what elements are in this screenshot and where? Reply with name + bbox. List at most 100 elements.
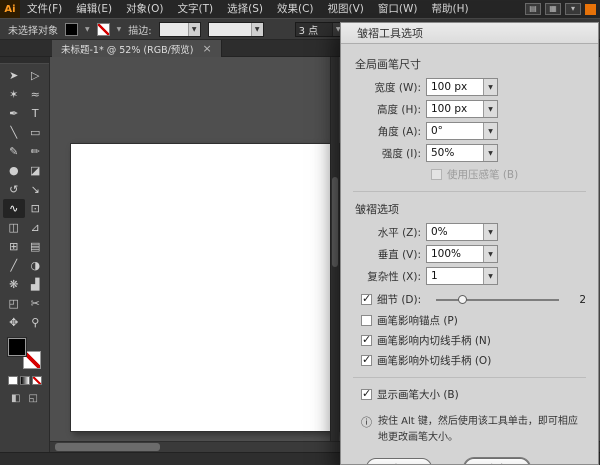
chevron-down-icon[interactable]: ▼ (483, 79, 497, 95)
width-value[interactable]: 100 px (427, 79, 483, 95)
scale-tool[interactable]: ↘ (25, 180, 47, 199)
chevron-down-icon[interactable]: ▼ (483, 123, 497, 139)
panel-grid-icon[interactable]: ▤ (525, 3, 541, 15)
menu-object[interactable]: 对象(O) (119, 0, 170, 18)
vertical-scrollbar-thumb[interactable] (332, 177, 338, 267)
fill-color-swatch[interactable] (65, 23, 78, 36)
magic-wand-tool[interactable]: ✶ (3, 85, 25, 104)
menu-view[interactable]: 视图(V) (321, 0, 371, 18)
slice-tool[interactable]: ✂ (25, 294, 47, 313)
app-accent-icon[interactable] (585, 4, 596, 15)
menu-effect[interactable]: 效果(C) (270, 0, 321, 18)
shape-builder-tool[interactable]: ◫ (3, 218, 25, 237)
tools-panel-header[interactable] (0, 57, 49, 64)
checkbox-box[interactable] (361, 389, 372, 400)
artboard-tool[interactable]: ◰ (3, 294, 25, 313)
free-transform-tool[interactable]: ⊡ (25, 199, 47, 218)
menu-help[interactable]: 帮助(H) (425, 0, 476, 18)
horizontal-combo[interactable]: 0% ▼ (426, 223, 498, 241)
gradient-tool[interactable]: ▤ (25, 237, 47, 256)
chevron-down-icon[interactable]: ▼ (483, 246, 497, 262)
screen-mode-icon[interactable]: ◱ (29, 393, 38, 404)
chevron-down-icon[interactable]: ▼ (188, 23, 200, 36)
none-button[interactable] (32, 376, 42, 385)
brush-affects-out-handles-checkbox[interactable]: 画笔影响外切线手柄 (O) (361, 353, 586, 368)
width-combo[interactable]: 100 px ▼ (426, 78, 498, 96)
direct-selection-tool[interactable]: ▷ (25, 66, 47, 85)
mesh-tool[interactable]: ⊞ (3, 237, 25, 256)
line-segment-tool[interactable]: ╲ (3, 123, 25, 142)
checkbox-box[interactable] (361, 335, 372, 346)
intensity-value[interactable]: 50% (427, 145, 483, 161)
brush-affects-in-handles-checkbox[interactable]: 画笔影响内切线手柄 (N) (361, 333, 586, 348)
symbol-sprayer-tool[interactable]: ❋ (3, 275, 25, 294)
arrange-documents-icon[interactable]: ▦ (545, 3, 561, 15)
detail-checkbox[interactable] (361, 294, 372, 305)
perspective-grid-tool[interactable]: ⊿ (25, 218, 47, 237)
checkbox-box[interactable] (361, 355, 372, 366)
workspace-chevron-icon[interactable]: ▾ (565, 3, 581, 15)
angle-value[interactable]: 0° (427, 123, 483, 139)
menu-window[interactable]: 窗口(W) (371, 0, 425, 18)
color-button[interactable] (8, 376, 18, 385)
menu-edit[interactable]: 编辑(E) (69, 0, 119, 18)
vertical-combo[interactable]: 100% ▼ (426, 245, 498, 263)
width-profile-combo[interactable]: ▼ (208, 22, 264, 37)
pencil-tool[interactable]: ✏ (25, 142, 47, 161)
chevron-down-icon[interactable]: ▼ (483, 101, 497, 117)
menu-select[interactable]: 选择(S) (220, 0, 270, 18)
column-graph-tool[interactable]: ▟ (25, 275, 47, 294)
checkbox-box[interactable] (361, 294, 372, 305)
eyedropper-tool[interactable]: ╱ (3, 256, 25, 275)
type-tool[interactable]: T (25, 104, 47, 123)
document-tab[interactable]: 未标题-1* @ 52% (RGB/预览) × (52, 40, 222, 57)
vertical-value[interactable]: 100% (427, 246, 483, 262)
chevron-down-icon[interactable]: ▼ (251, 23, 263, 36)
artboard[interactable] (70, 143, 340, 432)
checkbox-box[interactable] (361, 315, 372, 326)
chevron-down-icon[interactable]: ▼ (85, 26, 90, 33)
selection-tool[interactable]: ➤ (3, 66, 25, 85)
lasso-tool[interactable]: ≈ (25, 85, 47, 104)
blob-brush-tool[interactable]: ● (3, 161, 25, 180)
slider-track[interactable] (436, 299, 559, 301)
reset-button[interactable]: 重置 (366, 458, 432, 465)
menu-file[interactable]: 文件(F) (20, 0, 69, 18)
detail-slider[interactable] (436, 293, 559, 307)
fill-swatch[interactable] (8, 338, 26, 356)
vertical-scrollbar[interactable] (330, 57, 339, 441)
chevron-down-icon[interactable]: ▼ (483, 268, 497, 284)
wrinkle-tool[interactable]: ∿ (3, 199, 25, 218)
hand-tool[interactable]: ✥ (3, 313, 25, 332)
complexity-combo[interactable]: 1 ▼ (426, 267, 498, 285)
chevron-down-icon[interactable]: ▼ (483, 224, 497, 240)
chevron-down-icon[interactable]: ▼ (483, 145, 497, 161)
angle-combo[interactable]: 0° ▼ (426, 122, 498, 140)
stroke-width-combo[interactable]: ▼ (159, 22, 201, 37)
horizontal-value[interactable]: 0% (427, 224, 483, 240)
stroke-color-swatch[interactable] (97, 23, 110, 36)
rectangle-tool[interactable]: ▭ (25, 123, 47, 142)
gradient-button[interactable] (20, 376, 30, 385)
close-icon[interactable]: × (203, 43, 212, 54)
zoom-tool[interactable]: ⚲ (25, 313, 47, 332)
pen-tool[interactable]: ✒ (3, 104, 25, 123)
complexity-value[interactable]: 1 (427, 268, 483, 284)
paintbrush-tool[interactable]: ✎ (3, 142, 25, 161)
height-combo[interactable]: 100 px ▼ (426, 100, 498, 118)
horizontal-scrollbar-thumb[interactable] (55, 443, 160, 451)
brush-definition-combo[interactable]: 3 点 ▼ (295, 22, 345, 37)
brush-affects-anchor-checkbox[interactable]: 画笔影响锚点 (P) (361, 313, 586, 328)
eraser-tool[interactable]: ◪ (25, 161, 47, 180)
illustrator-window: Ai 文件(F) 编辑(E) 对象(O) 文字(T) 选择(S) 效果(C) 视… (0, 0, 600, 465)
menu-type[interactable]: 文字(T) (171, 0, 221, 18)
chevron-down-icon[interactable]: ▼ (117, 26, 122, 33)
rotate-tool[interactable]: ↺ (3, 180, 25, 199)
ok-button[interactable]: 确定 (464, 458, 530, 465)
slider-thumb[interactable] (458, 295, 467, 304)
draw-mode-icon[interactable]: ◧ (11, 393, 20, 404)
intensity-combo[interactable]: 50% ▼ (426, 144, 498, 162)
show-brush-size-checkbox[interactable]: 显示画笔大小 (B) (361, 387, 586, 402)
blend-tool[interactable]: ◑ (25, 256, 47, 275)
height-value[interactable]: 100 px (427, 101, 483, 117)
